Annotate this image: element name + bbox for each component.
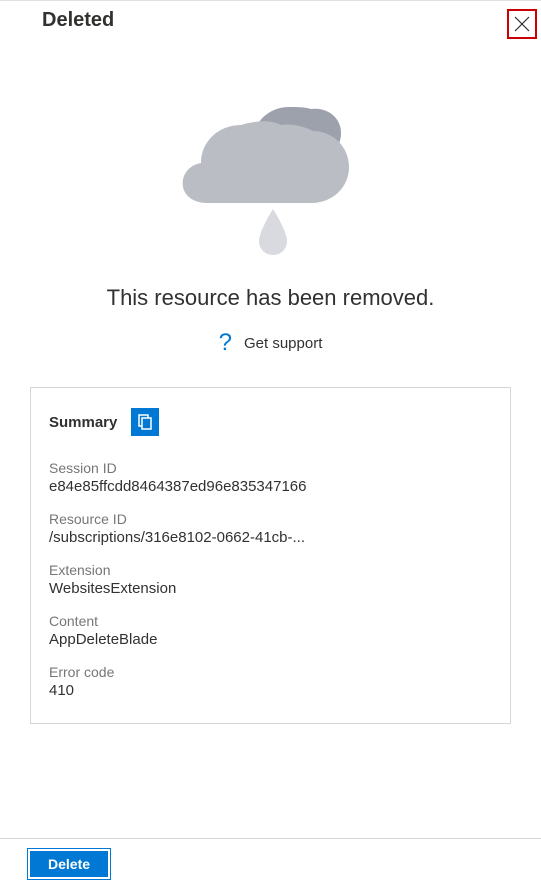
summary-field: Error code 410 <box>49 664 492 699</box>
panel-content: This resource has been removed. ? Get su… <box>0 39 541 838</box>
field-label: Session ID <box>49 460 492 476</box>
copy-summary-button[interactable] <box>131 408 159 436</box>
summary-field: Resource ID /subscriptions/316e8102-0662… <box>49 511 492 546</box>
field-label: Resource ID <box>49 511 492 527</box>
field-value: 410 <box>49 682 492 699</box>
summary-field: Extension WebsitesExtension <box>49 562 492 597</box>
field-value: AppDeleteBlade <box>49 631 492 648</box>
removed-illustration <box>30 39 511 269</box>
field-label: Content <box>49 613 492 629</box>
copy-icon <box>136 413 154 431</box>
page-title: Deleted <box>42 9 114 32</box>
help-icon: ? <box>219 329 232 357</box>
field-value: WebsitesExtension <box>49 580 492 597</box>
cloud-rain-icon <box>181 89 361 259</box>
panel-header: Deleted <box>0 1 541 39</box>
delete-button[interactable]: Delete <box>30 851 108 877</box>
field-value: e84e85ffcdd8464387ed96e835347166 <box>49 478 492 495</box>
get-support-link[interactable]: ? Get support <box>30 329 511 357</box>
summary-title: Summary <box>49 414 117 431</box>
field-label: Error code <box>49 664 492 680</box>
summary-header: Summary <box>49 408 492 436</box>
close-icon <box>514 16 530 32</box>
field-value: /subscriptions/316e8102-0662-41cb-... <box>49 529 492 546</box>
summary-field: Session ID e84e85ffcdd8464387ed96e835347… <box>49 460 492 495</box>
field-label: Extension <box>49 562 492 578</box>
summary-field: Content AppDeleteBlade <box>49 613 492 648</box>
support-link-label: Get support <box>244 335 322 352</box>
summary-box: Summary Session ID e84e85ffcdd8464387ed9… <box>30 387 511 724</box>
close-button[interactable] <box>507 9 537 39</box>
panel-footer: Delete <box>0 838 541 889</box>
removed-message: This resource has been removed. <box>30 285 511 311</box>
deleted-panel: Deleted This resource has been removed. … <box>0 0 541 889</box>
